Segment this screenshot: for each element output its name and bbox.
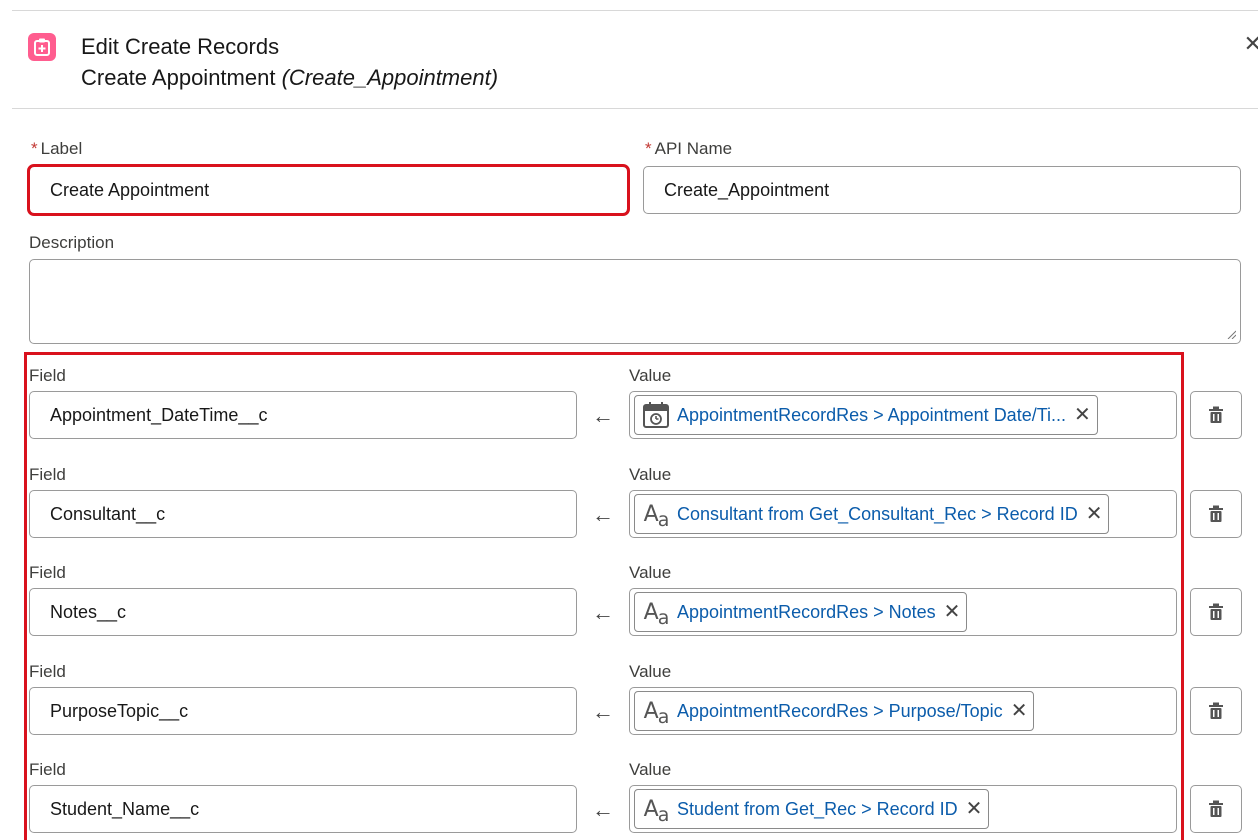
- required-mark: *: [645, 139, 652, 158]
- text-type-icon: Aa: [643, 599, 670, 629]
- label-caption: * Label: [31, 139, 82, 159]
- value-caption: Value: [629, 662, 672, 681]
- value-resource-text: AppointmentRecordRes > Purpose/Topic: [677, 700, 1003, 721]
- api-name-caption-text: API Name: [654, 139, 733, 158]
- value-resource-text: AppointmentRecordRes > Appointment Date/…: [677, 404, 1067, 425]
- trash-icon: [1208, 603, 1224, 621]
- value-input[interactable]: AppointmentRecordRes > Appointment Date/…: [629, 391, 1177, 439]
- value-resource-pill[interactable]: Aa AppointmentRecordRes > Notes ✕: [634, 592, 968, 632]
- delete-row-button[interactable]: [1190, 391, 1242, 439]
- field-input[interactable]: PurposeTopic__c: [29, 687, 577, 735]
- value-caption: Value: [629, 366, 672, 385]
- value-input[interactable]: Aa AppointmentRecordRes > Purpose/Topic ✕: [629, 687, 1177, 735]
- element-name: Create Appointment (Create_Appointment): [81, 65, 498, 91]
- arrow-left-icon: ←: [592, 403, 614, 428]
- trash-icon: [1208, 406, 1224, 424]
- api-name-caption: * API Name: [645, 139, 732, 159]
- value-resource-text: Student from Get_Rec > Record ID: [677, 798, 958, 819]
- value-input[interactable]: Aa Student from Get_Rec > Record ID ✕: [629, 785, 1177, 833]
- field-caption: Field: [29, 465, 66, 484]
- description-caption: Description: [29, 233, 115, 252]
- delete-row-button[interactable]: [1190, 490, 1242, 538]
- trash-icon: [1208, 800, 1224, 818]
- field-caption: Field: [29, 760, 66, 779]
- field-caption: Field: [29, 366, 66, 385]
- value-resource-text: Consultant from Get_Consultant_Rec > Rec…: [677, 503, 1078, 524]
- arrow-left-icon: ←: [592, 600, 614, 625]
- delete-row-button[interactable]: [1190, 785, 1242, 833]
- arrow-left-icon: ←: [592, 502, 614, 527]
- resize-grip-icon[interactable]: [1226, 329, 1236, 339]
- arrow-left-icon: ←: [592, 797, 614, 822]
- api-name-input[interactable]: Create_Appointment: [643, 166, 1241, 214]
- create-records-icon: [28, 33, 56, 61]
- arrow-left-icon: ←: [592, 699, 614, 724]
- label-caption-text: Label: [40, 139, 83, 158]
- panel-title: Edit Create Records: [81, 34, 280, 59]
- value-resource-pill[interactable]: Aa Student from Get_Rec > Record ID ✕: [634, 789, 990, 829]
- delete-row-button[interactable]: [1190, 588, 1242, 636]
- text-type-icon: Aa: [643, 501, 670, 531]
- value-resource-pill[interactable]: AppointmentRecordRes > Appointment Date/…: [634, 395, 1098, 435]
- value-resource-text: AppointmentRecordRes > Notes: [677, 601, 936, 622]
- remove-value-icon[interactable]: ✕: [1074, 405, 1091, 425]
- remove-value-icon[interactable]: ✕: [966, 799, 983, 819]
- field-caption: Field: [29, 563, 66, 582]
- value-resource-pill[interactable]: Aa Consultant from Get_Consultant_Rec > R…: [634, 494, 1110, 534]
- required-mark: *: [31, 139, 38, 158]
- field-input[interactable]: Student_Name__c: [29, 785, 577, 833]
- remove-value-icon[interactable]: ✕: [1011, 701, 1028, 721]
- trash-icon: [1208, 505, 1224, 523]
- description-textarea[interactable]: [29, 259, 1241, 344]
- value-input[interactable]: Aa Consultant from Get_Consultant_Rec > R…: [629, 490, 1177, 538]
- remove-value-icon[interactable]: ✕: [944, 602, 961, 622]
- remove-value-icon[interactable]: ✕: [1086, 504, 1103, 524]
- panel-header: Edit Create Records Create Appointment (…: [12, 11, 1258, 109]
- field-input[interactable]: Consultant__c: [29, 490, 577, 538]
- close-icon[interactable]: ✕: [1244, 33, 1258, 55]
- field-input[interactable]: Notes__c: [29, 588, 577, 636]
- value-input[interactable]: Aa AppointmentRecordRes > Notes ✕: [629, 588, 1177, 636]
- value-caption: Value: [629, 760, 672, 779]
- value-caption: Value: [629, 563, 672, 582]
- element-api-name: (Create_Appointment): [281, 65, 499, 90]
- element-label: Create Appointment: [81, 65, 276, 90]
- calendar-time-icon: [641, 400, 671, 430]
- trash-icon: [1208, 702, 1224, 720]
- label-input[interactable]: Create Appointment: [27, 164, 630, 216]
- value-resource-pill[interactable]: Aa AppointmentRecordRes > Purpose/Topic ✕: [634, 691, 1035, 731]
- field-input[interactable]: Appointment_DateTime__c: [29, 391, 577, 439]
- value-caption: Value: [629, 465, 672, 484]
- field-caption: Field: [29, 662, 66, 681]
- text-type-icon: Aa: [643, 698, 670, 728]
- delete-row-button[interactable]: [1190, 687, 1242, 735]
- text-type-icon: Aa: [643, 796, 670, 826]
